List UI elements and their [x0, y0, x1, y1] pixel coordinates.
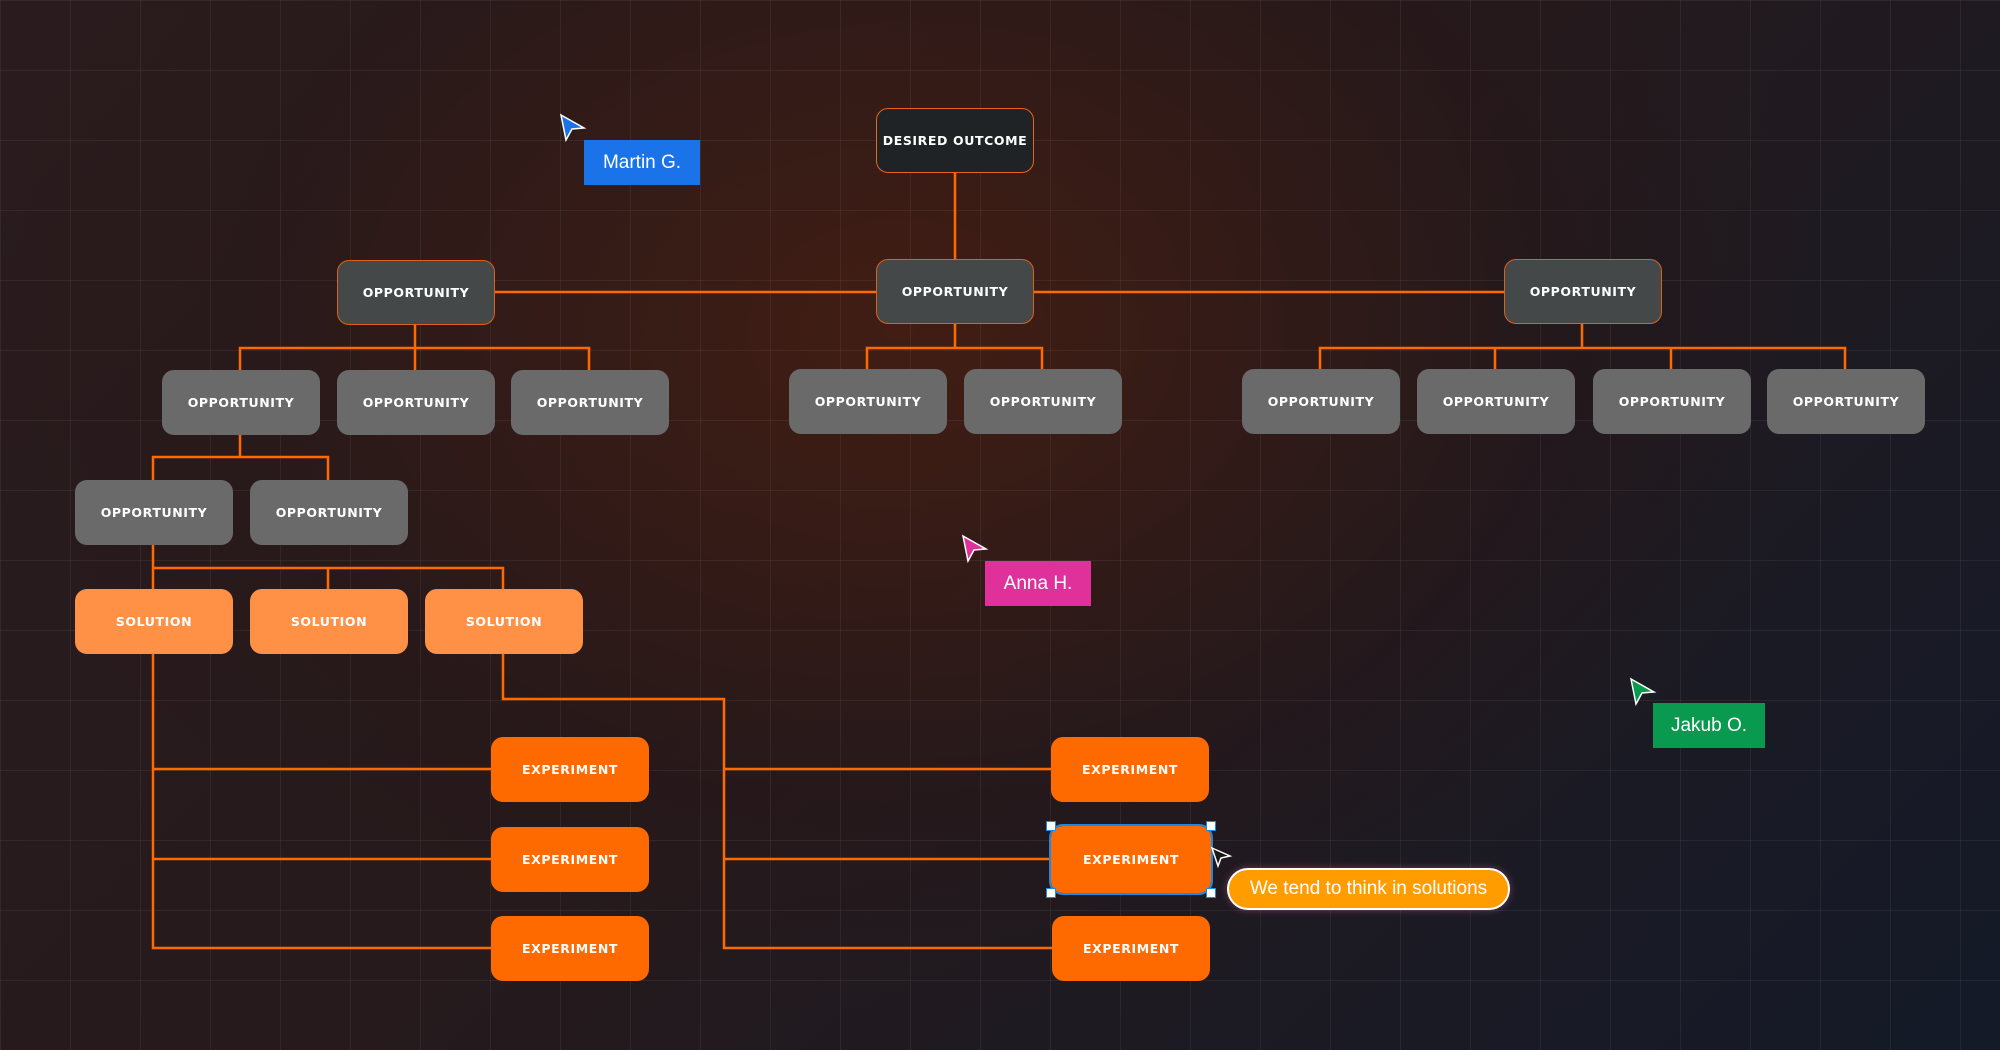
opportunity-node[interactable]: OPPORTUNITY [337, 370, 495, 435]
resize-handle[interactable] [1206, 821, 1216, 831]
experiment-node[interactable]: EXPERIMENT [1051, 737, 1209, 802]
desired-outcome-node[interactable]: DESIRED OUTCOME [876, 108, 1034, 173]
pointer-cursor-icon [1210, 846, 1233, 869]
opportunity-node[interactable]: OPPORTUNITY [1242, 369, 1400, 434]
opportunity-node[interactable]: OPPORTUNITY [250, 480, 408, 545]
collaborator-label: Martin G. [584, 140, 700, 185]
collaborator-label: Jakub O. [1653, 703, 1765, 748]
opportunity-node[interactable]: OPPORTUNITY [511, 370, 669, 435]
opportunity-node[interactable]: OPPORTUNITY [789, 369, 947, 434]
resize-handle[interactable] [1046, 821, 1056, 831]
connector [865, 324, 1044, 370]
collaborator-cursor-icon [559, 113, 587, 142]
opportunity-node[interactable]: OPPORTUNITY [337, 260, 495, 325]
resize-handle[interactable] [1206, 888, 1216, 898]
solution-node[interactable]: SOLUTION [425, 589, 583, 654]
experiment-node[interactable]: EXPERIMENT [491, 916, 649, 981]
collaborator-cursor-icon [961, 534, 989, 563]
solution-node[interactable]: SOLUTION [250, 589, 408, 654]
experiment-node[interactable]: EXPERIMENT [491, 737, 649, 802]
solution-node[interactable]: SOLUTION [75, 589, 233, 654]
collaborator-cursor-icon [1629, 677, 1657, 706]
opportunity-node[interactable]: OPPORTUNITY [1593, 369, 1751, 434]
opportunity-node[interactable]: OPPORTUNITY [1417, 369, 1575, 434]
experiment-node[interactable]: EXPERIMENT [491, 827, 649, 892]
opportunity-node[interactable]: OPPORTUNITY [1504, 259, 1662, 324]
connector [151, 435, 330, 480]
connector [151, 654, 491, 950]
resize-handle[interactable] [1046, 888, 1056, 898]
opportunity-node[interactable]: OPPORTUNITY [1767, 369, 1925, 434]
opportunity-node[interactable]: OPPORTUNITY [876, 259, 1034, 324]
experiment-node-selected[interactable]: EXPERIMENT [1049, 824, 1213, 895]
connector [151, 545, 505, 589]
collaborator-label: Anna H. [985, 561, 1091, 606]
opportunity-node[interactable]: OPPORTUNITY [964, 369, 1122, 434]
experiment-node[interactable]: EXPERIMENT [1052, 916, 1210, 981]
opportunity-node[interactable]: OPPORTUNITY [162, 370, 320, 435]
connector [238, 325, 591, 370]
connector [1318, 324, 1847, 370]
opportunity-node[interactable]: OPPORTUNITY [75, 480, 233, 545]
comment-tooltip: We tend to think in solutions [1227, 868, 1510, 910]
